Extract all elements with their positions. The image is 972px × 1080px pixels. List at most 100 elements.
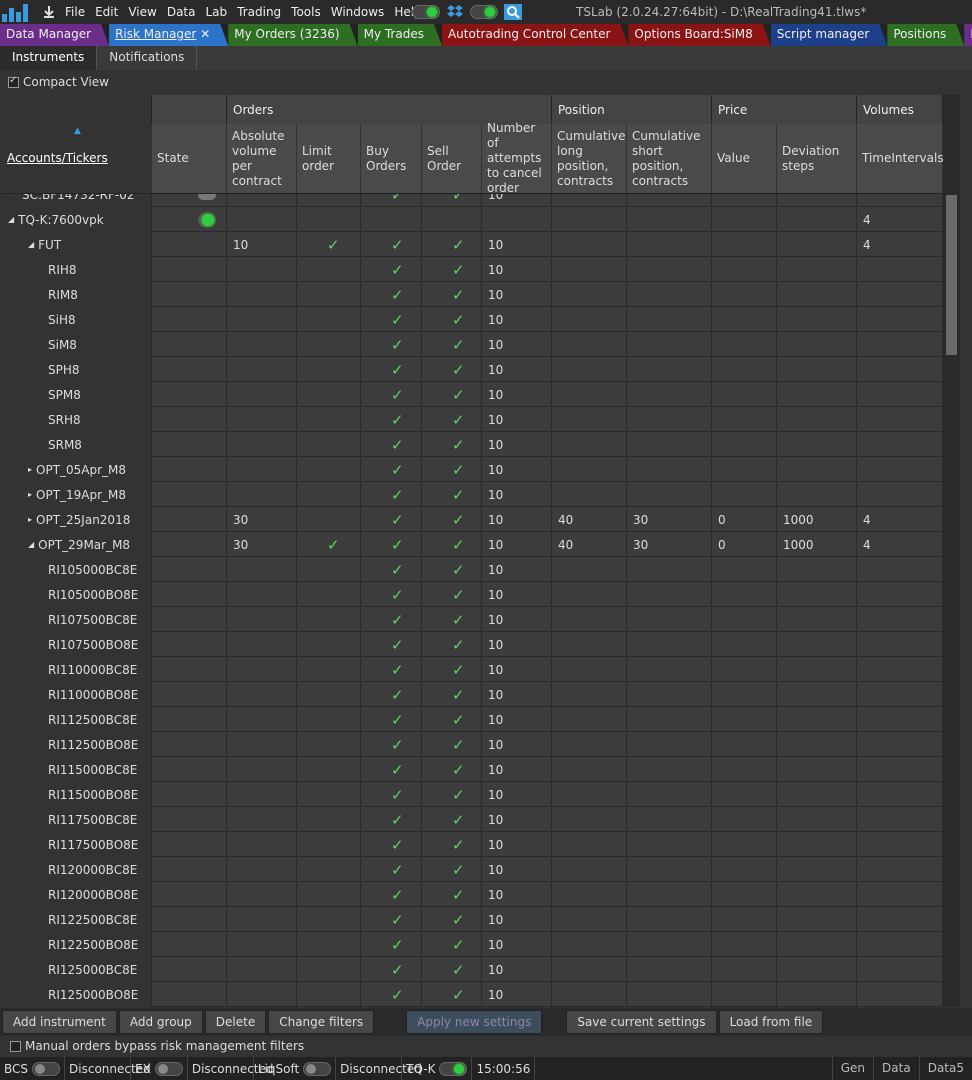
ticker-cell[interactable]: SiM8 — [2, 332, 152, 357]
state-cell[interactable] — [152, 907, 227, 932]
check-icon[interactable]: ✓ — [428, 861, 465, 879]
attempts-cell[interactable]: 10 — [482, 832, 552, 857]
cum-short-cell[interactable] — [627, 482, 712, 507]
check-icon[interactable]: ✓ — [367, 786, 404, 804]
attempts-cell[interactable]: 10 — [482, 232, 552, 257]
table-row[interactable]: RI112500BO8E ✓ ✓ 10 — [2, 732, 943, 757]
limit-cell[interactable] — [297, 632, 361, 657]
sell-cell[interactable] — [422, 207, 482, 232]
buy-cell[interactable] — [361, 207, 422, 232]
value-cell[interactable] — [712, 382, 777, 407]
check-icon[interactable]: ✓ — [367, 986, 404, 1004]
limit-cell[interactable] — [297, 732, 361, 757]
check-icon[interactable]: ✓ — [428, 661, 465, 679]
attempts-cell[interactable]: 10 — [482, 557, 552, 582]
state-cell[interactable] — [152, 507, 227, 532]
vertical-scrollbar[interactable] — [943, 95, 960, 1007]
abs-volume-cell[interactable]: 10 — [227, 232, 297, 257]
ticker-cell[interactable]: RI117500BO8E — [2, 832, 152, 857]
cum-long-cell[interactable] — [552, 982, 627, 1007]
cum-long-cell[interactable] — [552, 457, 627, 482]
buy-cell[interactable]: ✓ — [361, 194, 422, 207]
intervals-cell[interactable] — [857, 557, 943, 582]
intervals-cell[interactable] — [857, 432, 943, 457]
deviation-cell[interactable] — [777, 782, 857, 807]
download-icon[interactable] — [42, 5, 56, 19]
attempts-cell[interactable]: 10 — [482, 882, 552, 907]
deviation-cell[interactable] — [777, 457, 857, 482]
sell-cell[interactable]: ✓ — [422, 882, 482, 907]
intervals-cell[interactable] — [857, 632, 943, 657]
state-cell[interactable] — [152, 632, 227, 657]
tab-script-manager[interactable]: Script manager — [771, 24, 888, 46]
tab-positions[interactable]: Positions — [887, 24, 964, 46]
limit-cell[interactable] — [297, 332, 361, 357]
sell-cell[interactable]: ✓ — [422, 482, 482, 507]
state-cell[interactable] — [152, 957, 227, 982]
cum-long-cell[interactable] — [552, 407, 627, 432]
state-cell[interactable] — [152, 707, 227, 732]
ex-toggle[interactable] — [154, 1061, 183, 1076]
abs-volume-cell[interactable] — [227, 582, 297, 607]
change-filters-button[interactable]: Change filters — [268, 1010, 375, 1034]
cum-short-cell[interactable] — [627, 832, 712, 857]
value-cell[interactable] — [712, 557, 777, 582]
check-icon[interactable]: ✓ — [428, 736, 465, 754]
ticker-cell[interactable]: SRM8 — [2, 432, 152, 457]
check-icon[interactable]: ✓ — [367, 636, 404, 654]
manual-orders-checkbox[interactable] — [10, 1040, 21, 1052]
tab-notif[interactable]: Notif — [964, 24, 972, 46]
deviation-cell[interactable] — [777, 857, 857, 882]
state-cell[interactable] — [152, 482, 227, 507]
intervals-cell[interactable] — [857, 907, 943, 932]
abs-volume-cell[interactable] — [227, 457, 297, 482]
intervals-cell[interactable] — [857, 607, 943, 632]
table-row[interactable]: RIH8 ✓ ✓ 10 — [2, 257, 943, 282]
value-cell[interactable] — [712, 207, 777, 232]
value-cell[interactable] — [712, 432, 777, 457]
abs-volume-cell[interactable] — [227, 757, 297, 782]
value-cell[interactable] — [712, 907, 777, 932]
cum-short-cell[interactable] — [627, 957, 712, 982]
cum-short-cell[interactable] — [627, 307, 712, 332]
ticker-cell[interactable]: SPM8 — [2, 382, 152, 407]
ticker-cell[interactable]: RIH8 — [2, 257, 152, 282]
buy-cell[interactable]: ✓ — [361, 457, 422, 482]
state-cell[interactable] — [152, 382, 227, 407]
table-row[interactable]: ▸ OPT_05Apr_M8 ✓ ✓ 10 — [2, 457, 943, 482]
attempts-cell[interactable]: 10 — [482, 782, 552, 807]
buy-cell[interactable]: ✓ — [361, 507, 422, 532]
expand-icon[interactable]: ▸ — [28, 515, 32, 524]
abs-volume-cell[interactable] — [227, 557, 297, 582]
cum-short-cell[interactable] — [627, 432, 712, 457]
intervals-cell[interactable] — [857, 657, 943, 682]
check-icon[interactable]: ✓ — [367, 236, 404, 254]
intervals-cell[interactable]: 4 — [857, 207, 943, 232]
check-icon[interactable]: ✓ — [428, 611, 465, 629]
tab-options-board-sim8[interactable]: Options Board:SiM8 — [628, 24, 770, 46]
deviation-cell[interactable] — [777, 382, 857, 407]
collapse-icon[interactable]: ◢ — [28, 240, 34, 249]
cum-short-cell[interactable] — [627, 557, 712, 582]
limit-cell[interactable] — [297, 807, 361, 832]
cum-long-cell[interactable] — [552, 882, 627, 907]
abs-volume-cell[interactable] — [227, 432, 297, 457]
check-icon[interactable]: ✓ — [367, 386, 404, 404]
limit-cell[interactable] — [297, 782, 361, 807]
attempts-cell[interactable]: 10 — [482, 607, 552, 632]
attempts-cell[interactable]: 10 — [482, 194, 552, 207]
state-cell[interactable] — [152, 232, 227, 257]
ticker-cell[interactable]: RI122500BO8E — [2, 932, 152, 957]
sell-cell[interactable]: ✓ — [422, 282, 482, 307]
deviation-cell[interactable] — [777, 357, 857, 382]
cum-short-cell[interactable] — [627, 757, 712, 782]
limit-cell[interactable]: ✓ — [297, 532, 361, 557]
check-icon[interactable]: ✓ — [367, 561, 404, 579]
attempts-cell[interactable]: 10 — [482, 657, 552, 682]
save-settings-button[interactable]: Save current settings — [566, 1010, 717, 1034]
check-icon[interactable]: ✓ — [428, 511, 465, 529]
provider-ex[interactable]: EX — [131, 1057, 188, 1080]
cum-short-cell[interactable] — [627, 357, 712, 382]
attempts-cell[interactable]: 10 — [482, 857, 552, 882]
limit-cell[interactable] — [297, 357, 361, 382]
